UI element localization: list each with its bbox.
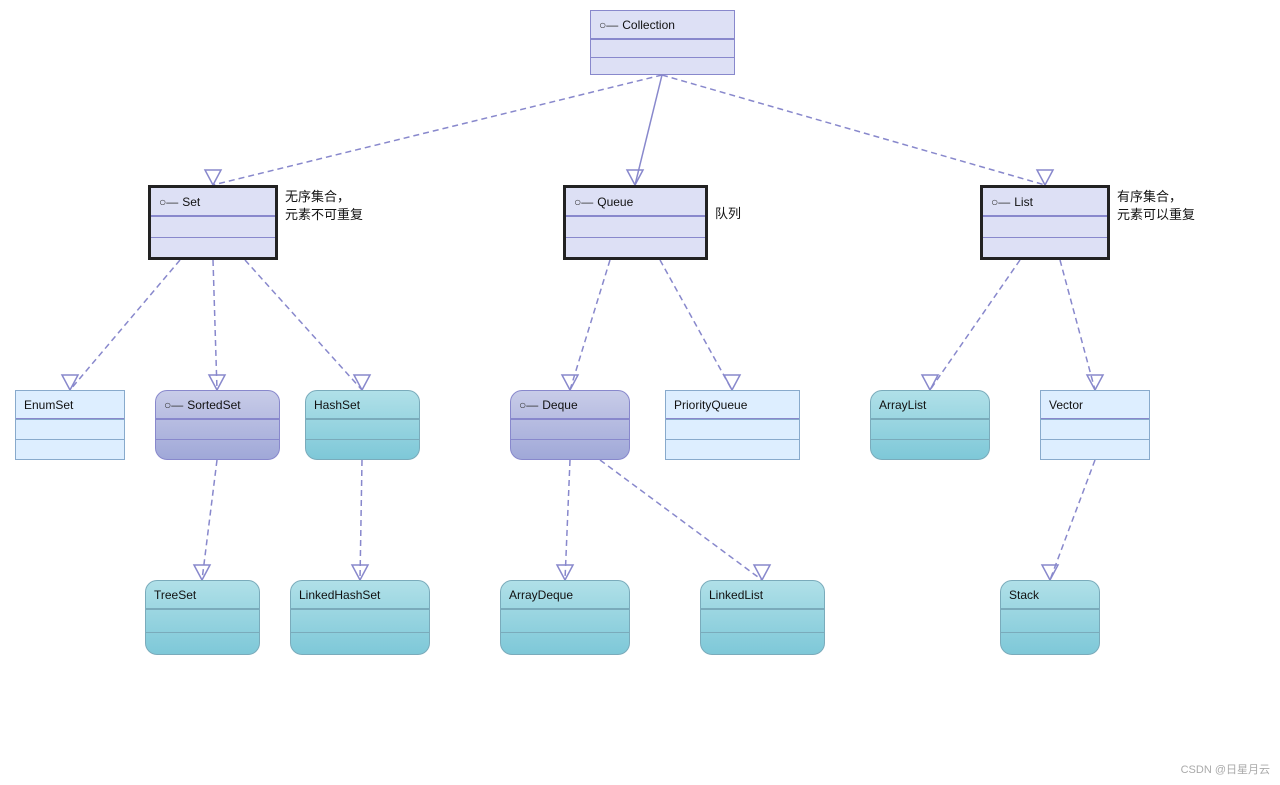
hashset-label: HashSet <box>314 398 360 412</box>
enumset-section1 <box>16 419 124 439</box>
list-section2 <box>983 237 1107 258</box>
deque-box: ○— Deque <box>510 390 630 460</box>
treeset-label: TreeSet <box>154 588 196 602</box>
deque-section2 <box>511 439 629 459</box>
sortedset-icon: ○— <box>164 398 183 412</box>
linkedhashset-section2 <box>291 632 429 655</box>
collection-section1 <box>591 39 734 57</box>
linkedlist-box: LinkedList <box>700 580 825 655</box>
diagram-container: ○— Collection ○— Set 无序集合，元素不可重复 ○— Queu… <box>0 0 1280 785</box>
queue-icon: ○— <box>574 195 593 209</box>
linkedlist-header: LinkedList <box>701 581 824 609</box>
collection-section2 <box>591 57 734 75</box>
sortedset-section2 <box>156 439 279 459</box>
arraylist-header: ArrayList <box>871 391 989 419</box>
priorityqueue-label: PriorityQueue <box>674 398 747 412</box>
arraydeque-box: ArrayDeque <box>500 580 630 655</box>
watermark: CSDN @日星月云 <box>1181 761 1270 777</box>
list-annotation: 有序集合，元素可以重复 <box>1117 188 1195 224</box>
set-label: Set <box>182 195 200 209</box>
deque-icon: ○— <box>519 398 538 412</box>
hashset-header: HashSet <box>306 391 419 419</box>
sortedset-box: ○— SortedSet <box>155 390 280 460</box>
queue-section2 <box>566 237 705 258</box>
enumset-section2 <box>16 439 124 459</box>
deque-section1 <box>511 419 629 439</box>
treeset-box: TreeSet <box>145 580 260 655</box>
set-icon: ○— <box>159 195 178 209</box>
stack-box: Stack <box>1000 580 1100 655</box>
list-box: ○— List <box>980 185 1110 260</box>
hashset-box: HashSet <box>305 390 420 460</box>
queue-header: ○— Queue <box>566 188 705 216</box>
enumset-header: EnumSet <box>16 391 124 419</box>
vector-header: Vector <box>1041 391 1149 419</box>
linkedlist-section1 <box>701 609 824 632</box>
sortedset-label: SortedSet <box>187 398 240 412</box>
set-annotation: 无序集合，元素不可重复 <box>285 188 363 224</box>
linkedhashset-section1 <box>291 609 429 632</box>
deque-header: ○— Deque <box>511 391 629 419</box>
enumset-label: EnumSet <box>24 398 73 412</box>
arraylist-box: ArrayList <box>870 390 990 460</box>
stack-section1 <box>1001 609 1099 632</box>
queue-section1 <box>566 216 705 237</box>
queue-label: Queue <box>597 195 633 209</box>
arraydeque-section2 <box>501 632 629 655</box>
list-label: List <box>1014 195 1033 209</box>
arraylist-label: ArrayList <box>879 398 926 412</box>
list-section1 <box>983 216 1107 237</box>
arraydeque-label: ArrayDeque <box>509 588 573 602</box>
vector-section1 <box>1041 419 1149 439</box>
queue-annotation: 队列 <box>715 205 741 223</box>
vector-box: Vector <box>1040 390 1150 460</box>
linkedhashset-label: LinkedHashSet <box>299 588 380 602</box>
set-section2 <box>151 237 275 258</box>
stack-section2 <box>1001 632 1099 655</box>
treeset-header: TreeSet <box>146 581 259 609</box>
hashset-section2 <box>306 439 419 459</box>
linkedlist-label: LinkedList <box>709 588 763 602</box>
enumset-box: EnumSet <box>15 390 125 460</box>
hashset-section1 <box>306 419 419 439</box>
sortedset-section1 <box>156 419 279 439</box>
collection-icon: ○— <box>599 18 618 32</box>
vector-section2 <box>1041 439 1149 459</box>
treeset-section1 <box>146 609 259 632</box>
set-section1 <box>151 216 275 237</box>
set-box: ○— Set <box>148 185 278 260</box>
arraydeque-section1 <box>501 609 629 632</box>
arraydeque-header: ArrayDeque <box>501 581 629 609</box>
priorityqueue-section1 <box>666 419 799 439</box>
list-header: ○— List <box>983 188 1107 216</box>
priorityqueue-header: PriorityQueue <box>666 391 799 419</box>
collection-header: ○— Collection <box>591 11 734 39</box>
queue-box: ○— Queue <box>563 185 708 260</box>
linkedlist-section2 <box>701 632 824 655</box>
deque-label: Deque <box>542 398 577 412</box>
vector-label: Vector <box>1049 398 1083 412</box>
priorityqueue-box: PriorityQueue <box>665 390 800 460</box>
collection-label: Collection <box>622 18 675 32</box>
collection-box: ○— Collection <box>590 10 735 75</box>
stack-header: Stack <box>1001 581 1099 609</box>
arraylist-section2 <box>871 439 989 459</box>
sortedset-header: ○— SortedSet <box>156 391 279 419</box>
set-header: ○— Set <box>151 188 275 216</box>
stack-label: Stack <box>1009 588 1039 602</box>
treeset-section2 <box>146 632 259 655</box>
linkedhashset-header: LinkedHashSet <box>291 581 429 609</box>
linkedhashset-box: LinkedHashSet <box>290 580 430 655</box>
arraylist-section1 <box>871 419 989 439</box>
list-icon: ○— <box>991 195 1010 209</box>
priorityqueue-section2 <box>666 439 799 459</box>
